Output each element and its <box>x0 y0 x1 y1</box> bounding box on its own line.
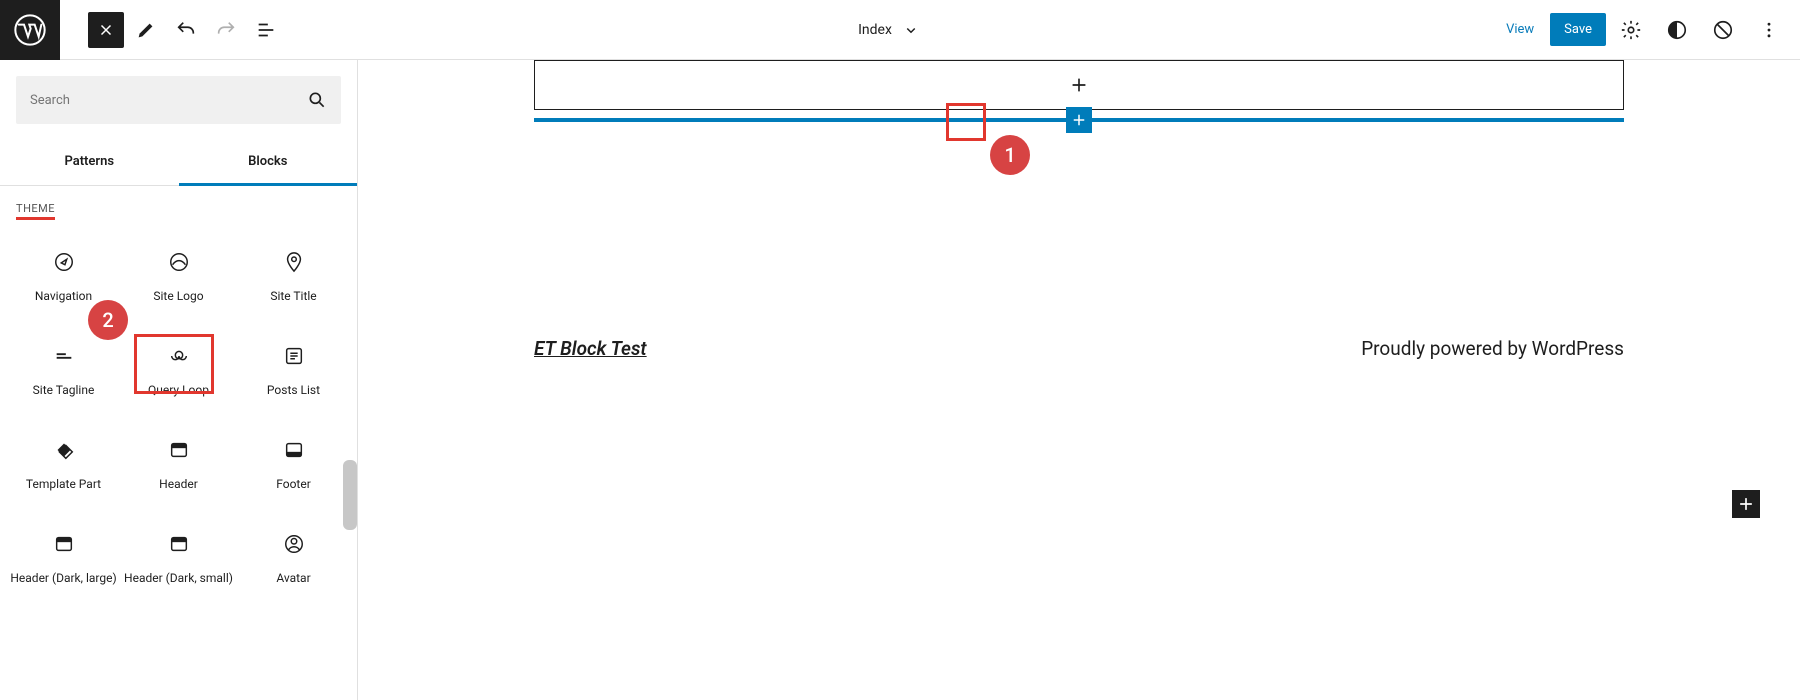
template-name: Index <box>858 22 892 38</box>
list-view-button[interactable] <box>248 12 284 48</box>
site-title-block[interactable]: ET Block Test <box>534 337 647 360</box>
powered-by-text: Proudly powered by WordPress <box>1361 337 1624 360</box>
compass-icon <box>53 247 75 277</box>
block-template-part[interactable]: Template Part <box>6 416 121 510</box>
tagline-icon <box>53 341 75 371</box>
block-posts-list[interactable]: Posts List <box>236 322 351 416</box>
header-icon <box>168 529 190 559</box>
block-label: Header (Dark, small) <box>124 571 233 585</box>
undo-button[interactable] <box>168 12 204 48</box>
insertion-indicator <box>534 118 1624 122</box>
site-logo-icon <box>168 247 190 277</box>
block-query-loop[interactable]: Query Loop <box>121 322 236 416</box>
block-label: Avatar <box>276 571 310 585</box>
block-header-dark-small[interactable]: Header (Dark, small) <box>121 510 236 604</box>
block-label: Posts List <box>267 383 320 397</box>
plus-icon[interactable] <box>1068 74 1090 96</box>
tab-blocks[interactable]: Blocks <box>179 140 358 186</box>
empty-block[interactable] <box>534 60 1624 110</box>
block-label: Footer <box>276 477 311 491</box>
avatar-icon <box>283 529 305 559</box>
close-inserter-button[interactable] <box>88 12 124 48</box>
block-label: Site Title <box>270 289 316 303</box>
block-avatar[interactable]: Avatar <box>236 510 351 604</box>
block-site-tagline[interactable]: Site Tagline <box>6 322 121 416</box>
view-link[interactable]: View <box>1494 14 1546 45</box>
settings-button[interactable] <box>1610 9 1652 51</box>
block-site-logo[interactable]: Site Logo <box>121 228 236 322</box>
scrollbar[interactable] <box>343 460 357 530</box>
pin-icon <box>283 247 305 277</box>
block-label: Site Tagline <box>33 383 95 397</box>
block-navigation[interactable]: Navigation <box>6 228 121 322</box>
wordpress-link[interactable]: WordPress <box>1532 337 1624 360</box>
styles-button[interactable] <box>1656 9 1698 51</box>
diamond-icon <box>53 435 75 465</box>
search-icon <box>307 90 327 110</box>
help-button[interactable] <box>1702 9 1744 51</box>
add-block-floating-button[interactable] <box>1732 490 1760 518</box>
section-label-theme: THEME <box>0 186 357 220</box>
wordpress-logo[interactable] <box>0 0 60 60</box>
inserter-sidebar: Patterns Blocks THEME Navigation Site Lo… <box>0 60 358 700</box>
insert-block-button[interactable] <box>1066 107 1092 133</box>
search-input-wrapper[interactable] <box>16 76 341 124</box>
list-box-icon <box>283 341 305 371</box>
options-button[interactable] <box>1748 9 1790 51</box>
block-label: Header (Dark, large) <box>10 571 116 585</box>
block-site-title[interactable]: Site Title <box>236 228 351 322</box>
loop-icon <box>168 341 190 371</box>
block-header-dark-large[interactable]: Header (Dark, large) <box>6 510 121 604</box>
header-icon <box>53 529 75 559</box>
block-label: Query Loop <box>148 383 209 397</box>
footer-icon <box>283 435 305 465</box>
block-header[interactable]: Header <box>121 416 236 510</box>
block-label: Site Logo <box>153 289 203 303</box>
editor-canvas[interactable]: ET Block Test Proudly powered by WordPre… <box>358 60 1800 700</box>
chevron-down-icon[interactable] <box>902 21 920 39</box>
search-input[interactable] <box>30 93 307 108</box>
block-label: Navigation <box>35 289 92 303</box>
save-button[interactable]: Save <box>1550 13 1606 46</box>
block-label: Template Part <box>26 477 101 491</box>
block-label: Header <box>159 477 198 491</box>
edit-tool-button[interactable] <box>128 12 164 48</box>
redo-button[interactable] <box>208 12 244 48</box>
header-icon <box>168 435 190 465</box>
tab-patterns[interactable]: Patterns <box>0 140 179 185</box>
block-footer[interactable]: Footer <box>236 416 351 510</box>
